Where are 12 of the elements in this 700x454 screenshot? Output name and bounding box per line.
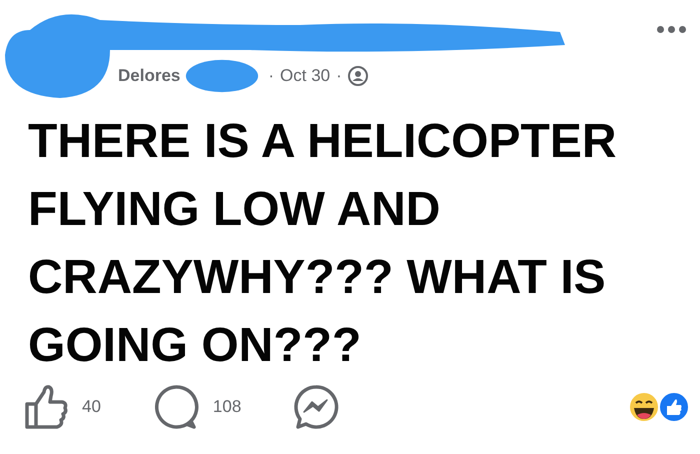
audience-icon[interactable] — [348, 66, 368, 86]
separator-dot: · — [336, 66, 342, 86]
separator-dot: · — [268, 66, 274, 86]
author-name[interactable]: Delores — [118, 66, 180, 86]
post-text: THERE IS A HELICOPTER FLYING LOW AND CRAZYWHY??? WHAT IS GOING ON??? — [28, 114, 618, 374]
like-count: 40 — [82, 397, 101, 417]
thumbs-up-icon[interactable] — [24, 384, 68, 430]
post-date[interactable]: Oct 30 — [280, 66, 330, 86]
lightning-bubble-icon[interactable] — [293, 384, 340, 430]
more-options-icon[interactable] — [657, 26, 686, 33]
speech-bubble-icon[interactable] — [152, 384, 199, 430]
comment-count: 108 — [212, 397, 242, 417]
